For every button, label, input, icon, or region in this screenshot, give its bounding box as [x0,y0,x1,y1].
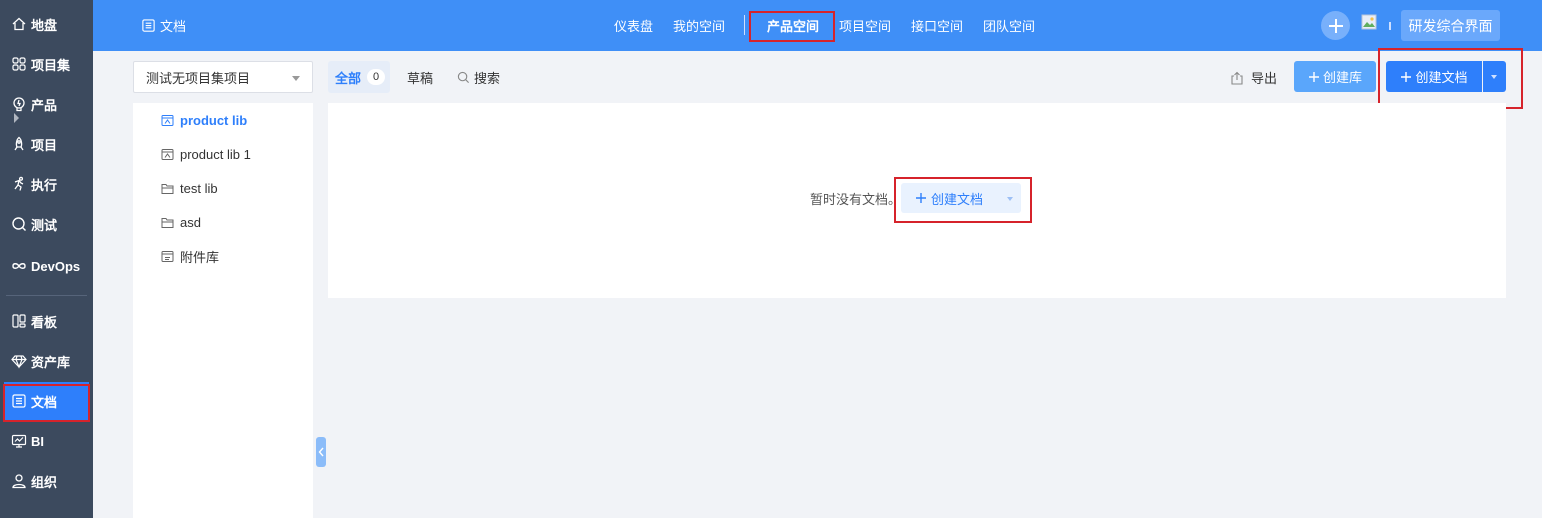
sidebar-item-label: 测试 [31,217,58,233]
sidebar-item-label: 组织 [31,474,58,490]
user-icon [12,474,26,489]
sidebar-item-dashboard[interactable]: 地盘 [4,5,89,43]
sidebar-item-label: 看板 [31,314,58,330]
sidebar-item-label: 项目集 [31,57,71,73]
tree-item-label: product lib [180,112,248,128]
tree-item-label: asd [180,214,201,230]
chevron-left-icon [318,447,324,457]
sidebar-item-assets[interactable]: 资产库 [4,342,89,380]
library-tree [133,103,313,518]
product-lib-icon [161,148,174,160]
sidebar-item-label: 项目 [31,137,58,153]
sidebar-item-label: 执行 [31,177,58,193]
kanban-icon [12,314,26,328]
sidebar: 地盘 项目集 产品 项目 执行 测试 DevOps 看板 资产库 文档 BI 组… [0,0,93,518]
tree-item-label: product lib 1 [180,146,251,162]
folder-icon [161,183,174,194]
caret-right-icon[interactable] [14,113,19,123]
product-lib-icon [161,114,174,126]
sidebar-item-label: 产品 [31,97,58,113]
sidebar-item-project[interactable]: 项目 [4,125,89,163]
bulb-icon [13,97,25,112]
sidebar-item-execution[interactable]: 执行 [4,165,89,203]
document-icon [142,19,155,32]
create-doc-button[interactable]: 创建文档 [1386,61,1482,92]
create-lib-button[interactable]: 创建库 [1294,61,1376,92]
tab-search[interactable]: 搜索 [457,68,500,87]
attachment-lib-icon [161,250,174,262]
project-select-value: 测试无项目集项目 [146,70,251,86]
empty-state-text: 暂时没有文档。 [810,192,902,207]
create-doc-label: 创建文档 [1415,70,1468,85]
sidebar-item-kanban[interactable]: 看板 [4,302,89,340]
sidebar-item-doc[interactable]: 文档 [4,382,89,420]
tree-item-product-lib-1[interactable]: product lib 1 [161,144,251,164]
tree-item-product-lib[interactable]: product lib [161,110,247,130]
export-icon [1231,71,1243,85]
empty-create-doc-label: 创建文档 [931,191,984,207]
sidebar-item-label: 文档 [31,394,58,410]
broken-image-icon [1361,14,1377,30]
collapse-tree-button[interactable] [316,437,326,467]
magnifier-icon [12,217,26,231]
sidebar-item-devops[interactable]: DevOps [4,247,89,285]
tab-all[interactable]: 全部 0 [328,61,390,93]
page-title: 文档 [141,16,186,35]
tree-item-attachment-lib[interactable]: 附件库 [161,246,219,266]
sidebar-item-org[interactable]: 组织 [4,462,89,500]
infinity-icon [12,263,26,269]
plus-icon [1328,18,1343,33]
tree-item-asd[interactable]: asd [161,212,201,232]
tree-item-label: test lib [180,180,218,196]
avatar[interactable] [1361,12,1381,38]
folder-icon [161,217,174,228]
nav-separator [744,15,745,35]
tab-draft[interactable]: 草稿 [407,68,433,87]
sidebar-item-label: DevOps [31,258,81,274]
create-doc-dropdown-button[interactable] [1483,61,1506,92]
grid-icon [12,57,26,71]
search-icon [457,71,470,84]
nav-team-space[interactable]: 团队空间 [983,16,1035,35]
tab-all-label: 全部 [335,70,362,86]
tab-search-label: 搜索 [474,71,501,86]
sidebar-item-label: BI [31,433,44,449]
sidebar-item-label: 资产库 [31,354,71,370]
nav-my-space[interactable]: 我的空间 [673,16,725,35]
document-icon [12,394,26,408]
create-lib-label: 创建库 [1322,70,1362,85]
sidebar-item-program[interactable]: 项目集 [4,45,89,83]
tree-item-label: 附件库 [180,249,220,265]
home-icon [12,17,26,31]
tree-item-test-lib[interactable]: test lib [161,178,218,198]
plus-icon [916,193,926,203]
export-button[interactable]: 导出 [1230,68,1277,87]
nav-product-space[interactable]: 产品空间 [767,16,819,35]
chevron-down-icon [292,76,300,81]
diamond-icon [11,355,27,369]
page-title-text: 文档 [160,19,187,34]
divider [1389,22,1391,30]
nav-api-space[interactable]: 接口空间 [911,16,963,35]
sidebar-divider [6,295,87,296]
quick-add-button[interactable] [1321,11,1350,40]
plus-icon [1308,71,1319,82]
sidebar-item-bi[interactable]: BI [4,422,89,460]
monitor-icon [11,434,27,448]
sidebar-item-label: 地盘 [31,17,58,33]
sidebar-item-test[interactable]: 测试 [4,205,89,243]
top-bar: 文档 仪表盘 我的空间 产品空间 项目空间 接口空间 团队空间 研发综合界面 [93,0,1542,51]
rocket-icon [14,136,24,151]
export-label: 导出 [1251,71,1278,86]
run-icon [14,176,24,191]
project-select[interactable]: 测试无项目集项目 [133,61,313,93]
workspace-switch-button[interactable]: 研发综合界面 [1401,10,1500,41]
tab-all-count: 0 [367,69,386,85]
empty-create-doc-button[interactable]: 创建文档 [901,183,1021,213]
nav-project-space[interactable]: 项目空间 [839,16,891,35]
nav-dashboard[interactable]: 仪表盘 [614,16,653,35]
plus-icon [1401,71,1412,82]
